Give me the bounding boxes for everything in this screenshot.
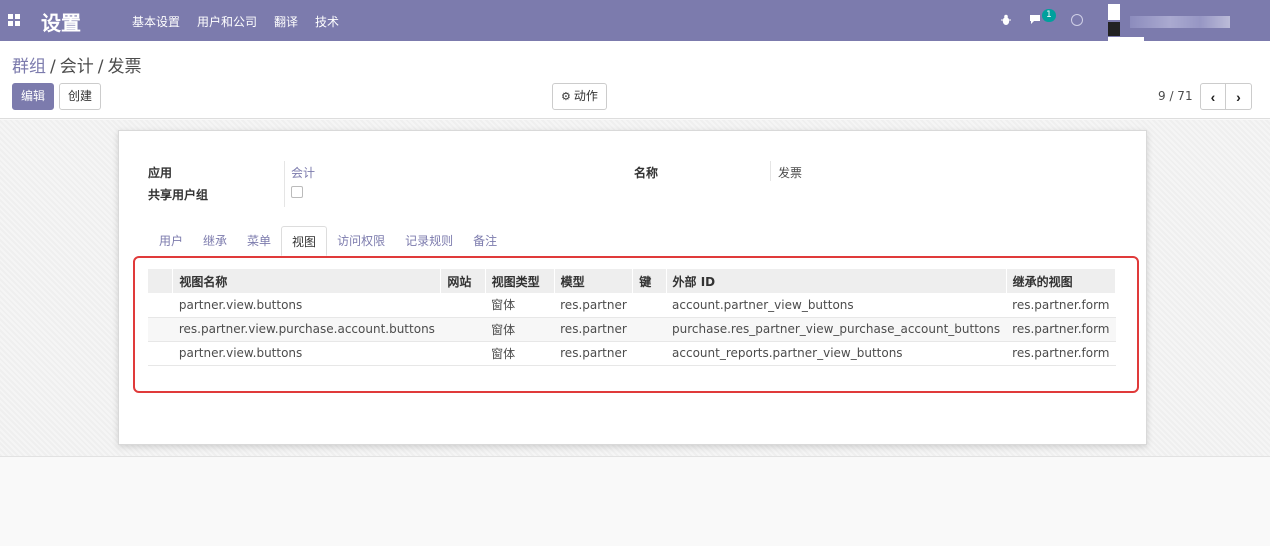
table-header-row: 视图名称 网站 视图类型 模型 键 外部 ID 继承的视图 xyxy=(148,269,1117,293)
bug-icon[interactable] xyxy=(1001,14,1011,26)
edit-button[interactable]: 编辑 xyxy=(12,83,55,110)
breadcrumb-separator: / xyxy=(97,57,104,77)
column-header-inherited-view[interactable]: 继承的视图 xyxy=(1006,269,1117,293)
app-title: 设置 xyxy=(41,11,81,35)
tab-views[interactable]: 视图 xyxy=(281,226,328,256)
cell-key[interactable] xyxy=(632,341,667,366)
breadcrumb-item-groups[interactable]: 群组 xyxy=(12,57,46,77)
field-divider xyxy=(770,161,771,181)
cell-model[interactable]: res.partner xyxy=(554,293,633,318)
field-divider xyxy=(284,161,285,207)
pager-next-button[interactable]: › xyxy=(1226,83,1252,110)
cell-website[interactable] xyxy=(440,341,486,366)
menu-item-general-settings[interactable]: 基本设置 xyxy=(132,13,180,30)
page-bottom-area xyxy=(0,456,1270,546)
cell-external-id[interactable]: purchase.res_partner_view_purchase_accou… xyxy=(666,317,1007,342)
cell-view-name[interactable]: res.partner.view.purchase.account.button… xyxy=(172,317,441,342)
shared-group-checkbox[interactable] xyxy=(291,186,303,198)
row-handle xyxy=(148,293,173,318)
action-label: 动作 xyxy=(573,89,598,103)
cell-external-id[interactable]: account_reports.partner_view_buttons xyxy=(666,341,1007,366)
tab-users[interactable]: 用户 xyxy=(149,226,193,256)
chat-icon[interactable] xyxy=(1029,13,1043,26)
row-handle xyxy=(148,317,173,342)
menu-item-technical[interactable]: 技术 xyxy=(315,13,339,30)
cell-key[interactable] xyxy=(632,317,667,342)
cell-website[interactable] xyxy=(440,317,486,342)
cell-model[interactable]: res.partner xyxy=(554,317,633,342)
cell-inherited-view[interactable]: res.partner.form xyxy=(1006,293,1116,318)
create-button[interactable]: 创建 xyxy=(59,83,102,110)
cell-key[interactable] xyxy=(632,293,667,318)
column-header-key[interactable]: 键 xyxy=(632,269,667,293)
action-button[interactable]: ⚙ 动作 xyxy=(552,83,607,110)
cell-website[interactable] xyxy=(440,293,486,318)
tab-menus[interactable]: 菜单 xyxy=(237,226,281,256)
pager-previous-button[interactable]: ‹ xyxy=(1200,83,1226,110)
shared-group-label: 共享用户组 xyxy=(148,188,209,202)
table-row[interactable]: partner.view.buttons 窗体 res.partner acco… xyxy=(148,293,1116,318)
tab-record-rules[interactable]: 记录规则 xyxy=(395,226,463,256)
cell-view-type[interactable]: 窗体 xyxy=(485,341,555,366)
row-handle xyxy=(148,341,173,366)
control-panel: 群组 / 会计 / 发票 编辑 创建 ⚙ 动作 9 / 71 ‹ › xyxy=(0,41,1270,119)
column-header-view-type[interactable]: 视图类型 xyxy=(485,269,555,293)
column-header-model[interactable]: 模型 xyxy=(554,269,634,293)
top-menu: 基本设置 用户和公司 翻译 技术 xyxy=(132,13,356,30)
column-header-website[interactable]: 网站 xyxy=(440,269,486,293)
name-value[interactable]: 发票 xyxy=(778,164,802,181)
menu-item-translations[interactable]: 翻译 xyxy=(274,13,298,30)
chat-badge: 1 xyxy=(1042,9,1056,22)
breadcrumb-item-invoice: 发票 xyxy=(107,57,142,77)
cell-external-id[interactable]: account.partner_view_buttons xyxy=(666,293,1007,318)
cell-view-name[interactable]: partner.view.buttons xyxy=(172,293,441,318)
cell-inherited-view[interactable]: res.partner.form xyxy=(1006,317,1116,342)
tab-access-rights[interactable]: 访问权限 xyxy=(327,226,395,256)
top-navbar: 设置 基本设置 用户和公司 翻译 技术 1 xyxy=(0,0,1270,41)
activity-clock-icon[interactable] xyxy=(1071,14,1083,26)
views-table: 视图名称 网站 视图类型 模型 键 外部 ID 继承的视图 partner.vi… xyxy=(148,269,1117,366)
pager-value[interactable]: 9 / 71 xyxy=(1158,89,1193,103)
notebook-tabs: 用户 继承 菜单 视图 访问权限 记录规则 备注 xyxy=(149,226,507,256)
column-header-external-id[interactable]: 外部 ID xyxy=(666,269,1007,293)
table-row[interactable]: partner.view.buttons 窗体 res.partner acco… xyxy=(148,341,1116,366)
breadcrumb: 群组 / 会计 / 发票 xyxy=(12,52,141,77)
cell-model[interactable]: res.partner xyxy=(554,341,633,366)
application-value[interactable]: 会计 xyxy=(291,164,315,181)
menu-item-users-companies[interactable]: 用户和公司 xyxy=(197,13,257,30)
column-header-view-name[interactable]: 视图名称 xyxy=(172,269,442,293)
cell-view-name[interactable]: partner.view.buttons xyxy=(172,341,441,366)
cell-inherited-view[interactable]: res.partner.form xyxy=(1006,341,1116,366)
apps-menu-icon[interactable] xyxy=(8,14,20,26)
cell-view-type[interactable]: 窗体 xyxy=(485,293,555,318)
tab-inherited[interactable]: 继承 xyxy=(193,226,237,256)
breadcrumb-item-accounting: 会计 xyxy=(59,57,94,77)
cell-view-type[interactable]: 窗体 xyxy=(485,317,555,342)
user-avatar[interactable] xyxy=(1108,4,1270,41)
name-label: 名称 xyxy=(634,166,659,180)
table-row[interactable]: res.partner.view.purchase.account.button… xyxy=(148,317,1116,342)
gear-icon: ⚙ xyxy=(561,91,571,103)
tab-notes[interactable]: 备注 xyxy=(463,226,507,256)
application-label: 应用 xyxy=(148,166,173,180)
row-handle-column xyxy=(148,269,174,293)
breadcrumb-separator: / xyxy=(50,57,56,77)
